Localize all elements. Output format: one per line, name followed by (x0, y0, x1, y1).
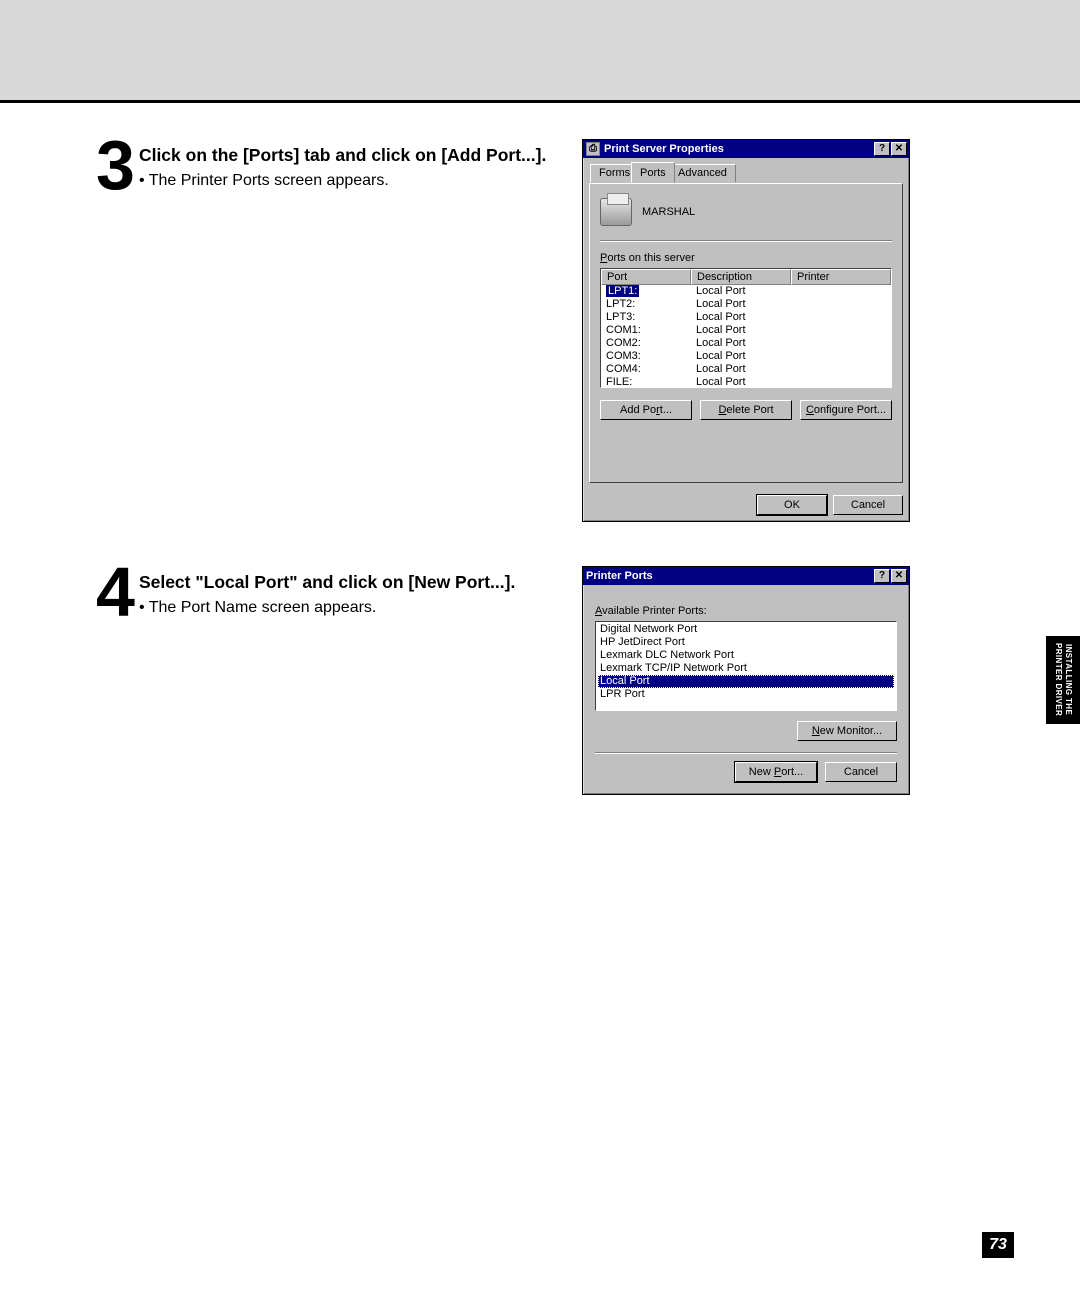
col-printer[interactable]: Printer (791, 269, 891, 285)
step-body: Select "Local Port" and click on [New Po… (139, 566, 574, 617)
new-monitor-button[interactable]: New Monitor... (797, 721, 897, 741)
port-button-row: Add Port... Delete Port Configure Port..… (600, 400, 892, 420)
tab-panel-ports: MARSHAL Ports on this server Port Descri… (589, 183, 903, 483)
table-row[interactable]: FILE:Local Port (601, 376, 891, 387)
step-3-title: Click on the [Ports] tab and click on [A… (139, 143, 574, 168)
step-body: Click on the [Ports] tab and click on [A… (139, 139, 574, 190)
dialog-titlebar: Printer Ports ? ✕ (583, 567, 909, 585)
step-3: 3 Click on the [Ports] tab and click on … (96, 139, 1010, 522)
list-item[interactable]: LPR Port (598, 688, 894, 701)
separator (595, 753, 897, 754)
help-button[interactable]: ? (874, 569, 890, 583)
step-4-title: Select "Local Port" and click on [New Po… (139, 570, 574, 595)
ok-button[interactable]: OK (757, 495, 827, 515)
step-number: 3 (96, 139, 133, 192)
table-row[interactable]: COM1:Local Port (601, 324, 891, 337)
dialog-footer: OK Cancel (583, 489, 909, 521)
available-ports-list[interactable]: Digital Network PortHP JetDirect PortLex… (595, 621, 897, 711)
table-row[interactable]: COM2:Local Port (601, 337, 891, 350)
step-4: 4 Select "Local Port" and click on [New … (96, 566, 1010, 795)
cancel-button[interactable]: Cancel (833, 495, 903, 515)
available-ports-label: Available Printer Ports: (595, 605, 897, 617)
tab-strip: Forms Ports Advanced (589, 162, 903, 184)
titlebar-buttons: ? ✕ (874, 142, 907, 156)
list-item[interactable]: Digital Network Port (598, 623, 894, 636)
new-port-button[interactable]: New Port... (735, 762, 817, 782)
dialog-body: Available Printer Ports: Digital Network… (583, 585, 909, 794)
list-item[interactable]: Lexmark DLC Network Port (598, 649, 894, 662)
close-button[interactable]: ✕ (891, 142, 907, 156)
col-description[interactable]: Description (691, 269, 791, 285)
table-row[interactable]: COM4:Local Port (601, 363, 891, 376)
table-row[interactable]: COM3:Local Port (601, 350, 891, 363)
printer-icon (600, 198, 632, 226)
new-monitor-row: New Monitor... (595, 721, 897, 741)
print-server-properties-dialog: ⎙ Print Server Properties ? ✕ Forms Port… (582, 139, 910, 522)
list-item[interactable]: HP JetDirect Port (598, 636, 894, 649)
delete-port-button[interactable]: Delete Port (700, 400, 792, 420)
server-row: MARSHAL (600, 192, 892, 241)
ports-on-server-label: Ports on this server (600, 252, 892, 264)
list-item[interactable]: Local Port (598, 675, 894, 688)
dialog-titlebar: ⎙ Print Server Properties ? ✕ (583, 140, 909, 158)
ports-label-rest: orts on this server (607, 252, 694, 264)
content-area: 3 Click on the [Ports] tab and click on … (0, 103, 1080, 795)
table-row[interactable]: LPT1:Local Port (601, 285, 891, 298)
add-port-button[interactable]: Add Port... (600, 400, 692, 420)
step-4-left: 4 Select "Local Port" and click on [New … (96, 566, 574, 795)
help-button[interactable]: ? (874, 142, 890, 156)
listview-rows: LPT1:Local PortLPT2:Local PortLPT3:Local… (601, 285, 891, 387)
close-button[interactable]: ✕ (891, 569, 907, 583)
table-row[interactable]: LPT3:Local Port (601, 311, 891, 324)
page-number: 73 (982, 1232, 1014, 1258)
footer-buttons: New Port... Cancel (595, 762, 897, 782)
ports-listview[interactable]: Port Description Printer LPT1:Local Port… (600, 268, 892, 388)
step-number: 4 (96, 566, 133, 619)
side-tab-text: INSTALLING THEPRINTER DRIVER (1053, 643, 1073, 716)
step-3-bullet: • The Printer Ports screen appears. (139, 172, 574, 190)
titlebar-buttons: ? ✕ (874, 569, 907, 583)
step-3-left: 3 Click on the [Ports] tab and click on … (96, 139, 574, 522)
dialog-body: Forms Ports Advanced MARSHAL Ports on th… (583, 158, 909, 489)
table-row[interactable]: LPT2:Local Port (601, 298, 891, 311)
section-side-tab: INSTALLING THEPRINTER DRIVER (1046, 636, 1080, 724)
dialog-title: Print Server Properties (604, 143, 724, 155)
step-4-bullet: • The Port Name screen appears. (139, 599, 574, 617)
separator (600, 241, 892, 242)
tab-ports[interactable]: Ports (631, 162, 675, 183)
printer-titlebar-icon: ⎙ (586, 142, 600, 156)
printer-ports-dialog: Printer Ports ? ✕ Available Printer Port… (582, 566, 910, 795)
configure-port-button[interactable]: Configure Port... (800, 400, 892, 420)
listview-header: Port Description Printer (601, 269, 891, 285)
server-name: MARSHAL (642, 206, 695, 218)
cancel-button[interactable]: Cancel (825, 762, 897, 782)
tab-advanced[interactable]: Advanced (669, 164, 736, 182)
page-header-band (0, 0, 1080, 100)
list-item[interactable]: Lexmark TCP/IP Network Port (598, 662, 894, 675)
col-port[interactable]: Port (601, 269, 691, 285)
dialog-title: Printer Ports (586, 570, 653, 582)
